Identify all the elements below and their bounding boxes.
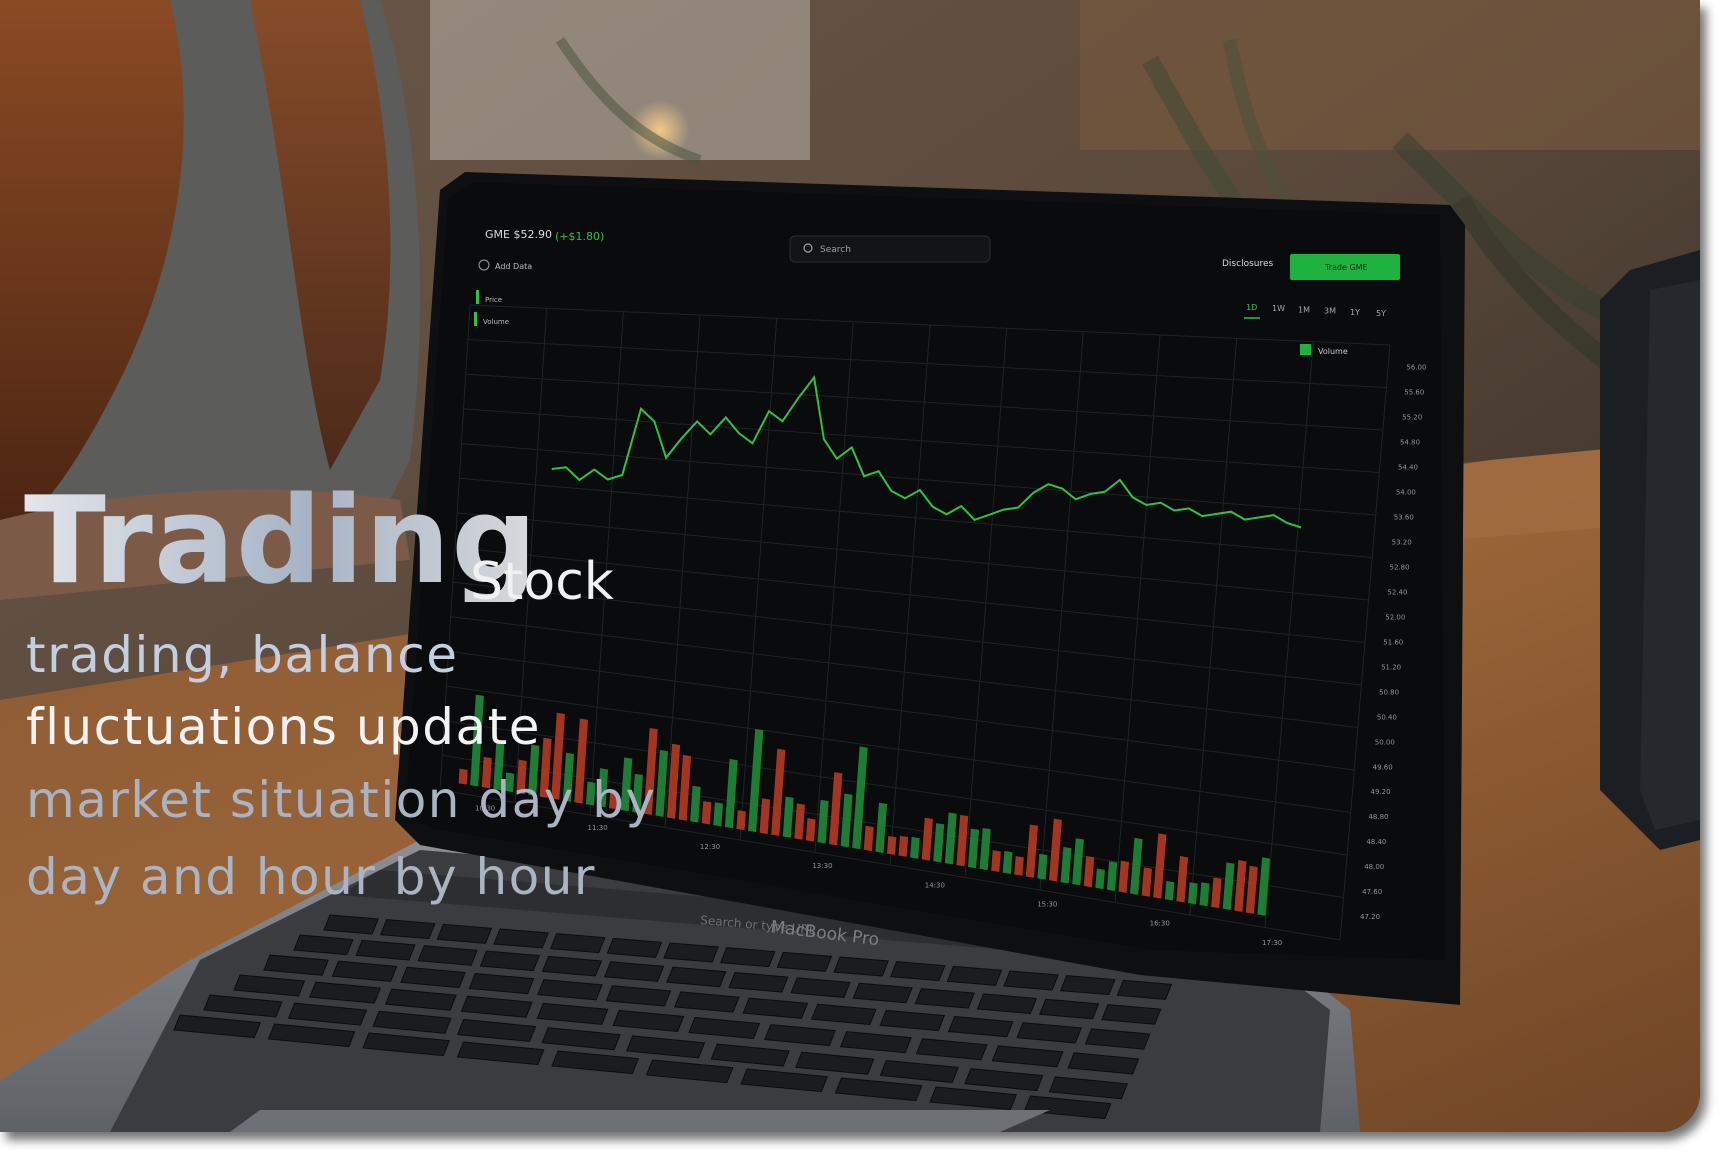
y-tick-label: 50.40	[1377, 713, 1397, 721]
timeframe-tab: 1Y	[1350, 308, 1360, 317]
y-tick-label: 49.20	[1371, 788, 1391, 796]
timeframe-tab: 5Y	[1376, 309, 1386, 318]
x-tick-label: 16:30	[1150, 920, 1170, 928]
keyboard-key	[833, 956, 889, 977]
keyboard-key	[1116, 979, 1173, 1000]
price-change-label: (+$1.80)	[555, 230, 604, 243]
window-light	[430, 0, 810, 160]
timeframe-tab: 3M	[1324, 307, 1336, 316]
y-tick-label: 53.60	[1394, 514, 1414, 522]
timeframe-tab: 1M	[1298, 305, 1310, 314]
trade-button-label: Trade GME	[1324, 263, 1368, 272]
keyboard-key	[1003, 970, 1059, 991]
volume-bar	[991, 850, 1001, 872]
y-tick-label: 50.00	[1375, 738, 1395, 746]
y-tick-label: 52.00	[1385, 613, 1405, 621]
y-tick-label: 50.80	[1379, 688, 1399, 696]
y-tick-label: 49.60	[1373, 763, 1393, 771]
volume-bar	[701, 801, 712, 825]
x-tick-label: 14:30	[925, 881, 945, 889]
timeframe-tab: 1D	[1246, 303, 1257, 312]
y-tick-label: 54.80	[1400, 439, 1420, 447]
keyboard-key	[719, 947, 776, 968]
keyboard-key	[379, 919, 436, 940]
keyboard-key	[493, 928, 549, 949]
tagline-line-2: fluctuations update	[26, 698, 541, 756]
y-tick-label: 47.20	[1360, 913, 1380, 921]
volume-bar	[1164, 880, 1175, 901]
keyboard-key	[549, 933, 606, 954]
volume-bar	[713, 802, 723, 827]
keyboard-key	[776, 951, 833, 972]
y-tick-label: 48.00	[1364, 863, 1384, 871]
legend-price: Price	[485, 296, 502, 304]
keyboard-key	[889, 961, 946, 982]
x-tick-label: 13:30	[812, 862, 832, 870]
subheadline-stock: Stock	[470, 552, 614, 612]
y-tick-label: 52.40	[1387, 588, 1407, 596]
volume-bar	[898, 835, 909, 857]
x-tick-label: 17:30	[1262, 939, 1282, 947]
y-tick-label: 55.60	[1404, 389, 1424, 397]
y-tick-label: 53.20	[1392, 539, 1412, 547]
y-tick-label: 54.00	[1396, 489, 1416, 497]
volume-bar	[805, 818, 816, 842]
volume-toggle-label: Volume	[1318, 347, 1348, 356]
volume-bar	[736, 810, 746, 831]
tagline-line-3: market situation day by	[26, 771, 657, 829]
x-tick-label: 15:30	[1037, 900, 1057, 908]
y-tick-label: 48.40	[1366, 838, 1386, 846]
legend-volume: Volume	[483, 318, 509, 326]
trackpad	[230, 1110, 1050, 1132]
timeframe-tab: 1W	[1272, 304, 1285, 313]
volume-bar	[886, 836, 897, 855]
y-tick-label: 55.20	[1402, 414, 1422, 422]
volume-bar	[1095, 868, 1105, 890]
volume-bar	[1002, 850, 1013, 874]
keyboard-key	[323, 914, 379, 935]
keyboard-key	[436, 923, 493, 944]
y-tick-label: 51.20	[1381, 663, 1401, 671]
y-tick-label: 47.60	[1362, 888, 1382, 896]
keyboard-key	[946, 965, 1003, 986]
tagline-line-4: day and hour by hour	[26, 848, 596, 906]
volume-checkbox	[1300, 344, 1311, 355]
y-tick-label: 56.00	[1406, 364, 1426, 372]
keyboard-key	[663, 942, 719, 963]
y-tick-label: 51.60	[1383, 638, 1403, 646]
disclosures-label: Disclosures	[1222, 259, 1274, 269]
x-tick-label: 12:30	[700, 843, 720, 851]
y-tick-label: 54.40	[1398, 464, 1418, 472]
search-placeholder: Search	[820, 245, 851, 255]
volume-bar	[1187, 882, 1198, 905]
volume-bar	[910, 836, 920, 859]
y-tick-label: 52.80	[1390, 563, 1410, 571]
keyboard-key	[606, 937, 663, 958]
headline-trading: Trading	[24, 472, 539, 611]
volume-bar	[1014, 856, 1024, 876]
y-tick-label: 48.80	[1368, 813, 1388, 821]
image-card: Search or type URL MacBook Pro GME $52.9…	[0, 0, 1700, 1132]
tagline-line-1: trading, balance	[26, 626, 459, 684]
ticker-label: GME $52.90	[485, 228, 552, 241]
keyboard-key	[1059, 975, 1116, 996]
add-data-label: Add Data	[495, 262, 532, 271]
